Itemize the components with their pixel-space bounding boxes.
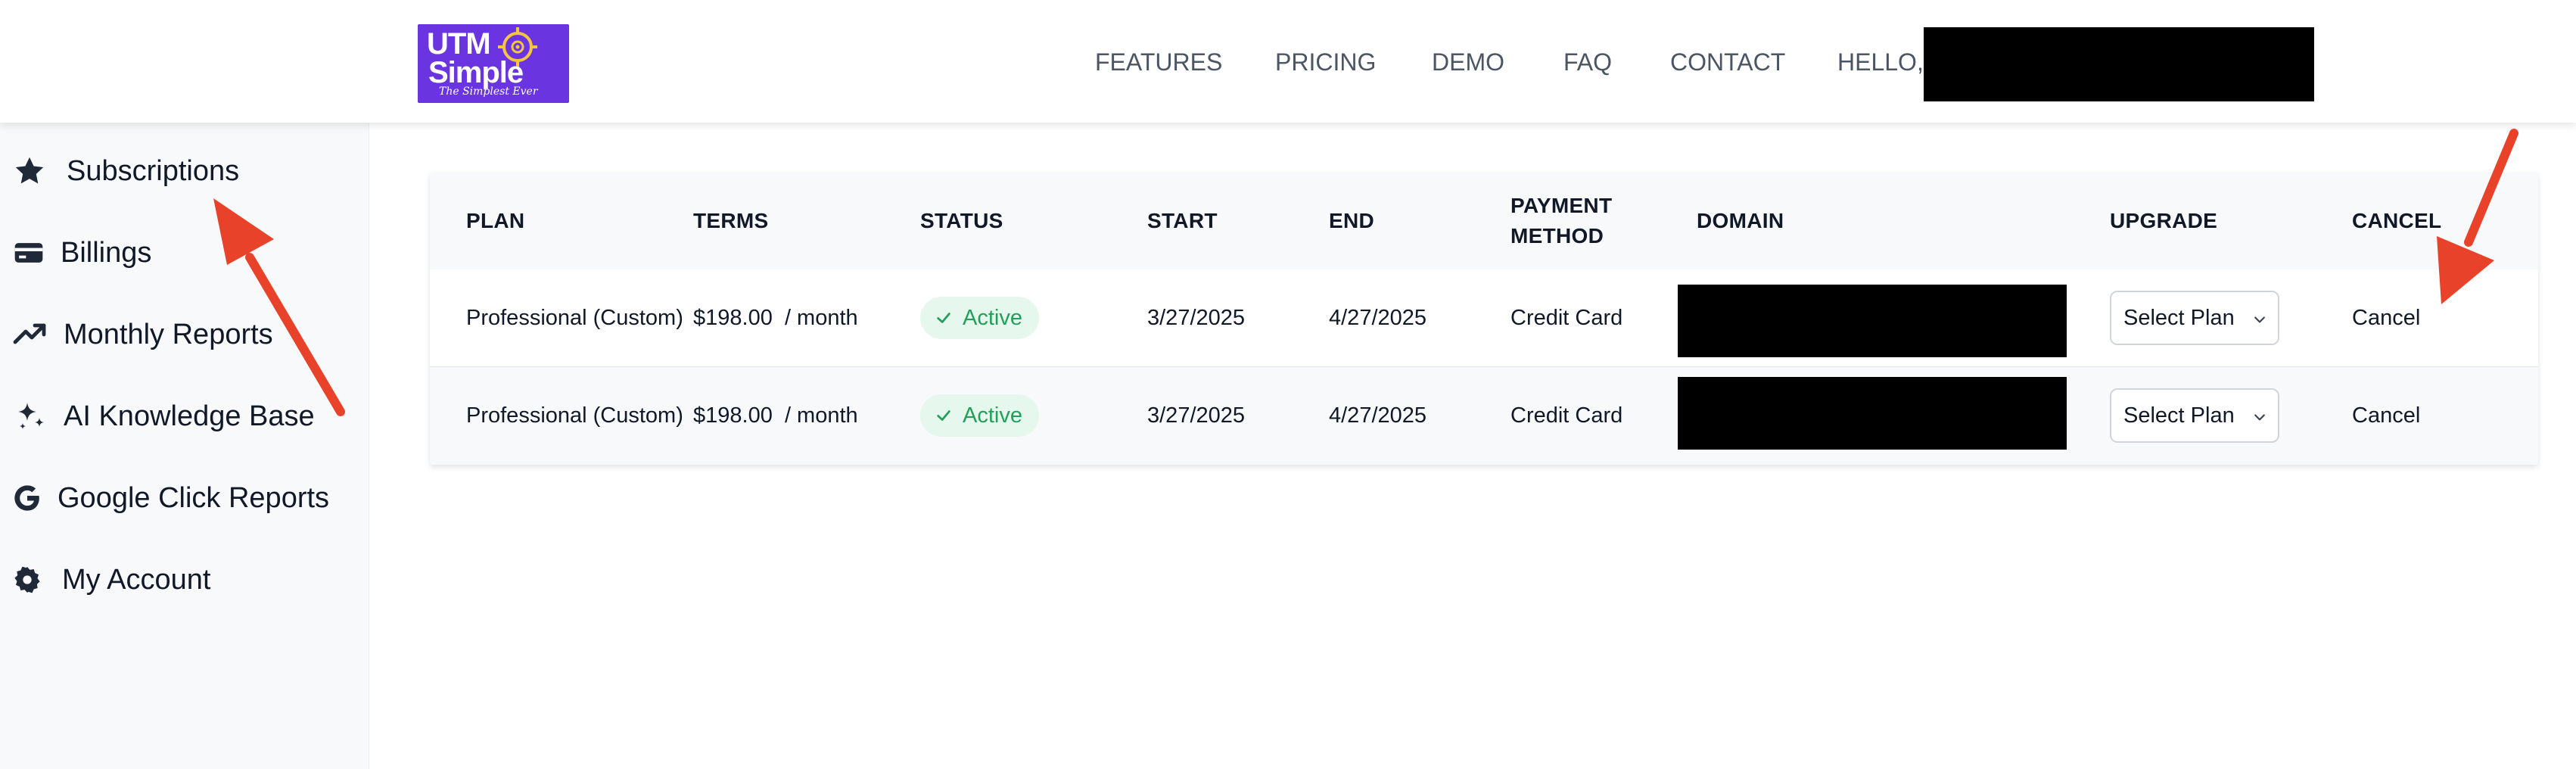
cancel-subscription-link[interactable]: Cancel: [2352, 400, 2420, 431]
column-header-upgrade: UPGRADE: [2110, 209, 2218, 232]
gear-icon: [14, 566, 40, 593]
chevron-down-icon: [2254, 316, 2265, 323]
top-header: UTM Simple The Simplest Ever FEATURES PR…: [0, 0, 2576, 123]
chevron-down-icon: [2254, 414, 2265, 421]
upgrade-plan-select[interactable]: Select Plan: [2110, 291, 2279, 345]
cell-plan: Professional (Custom): [466, 403, 683, 428]
cell-payment-method: Credit Card: [1510, 306, 1623, 330]
column-header-terms: TERMS: [693, 209, 769, 232]
nav-contact[interactable]: CONTACT: [1670, 48, 1785, 76]
redacted-domain: [1678, 377, 2067, 450]
sidebar-item-label: Monthly Reports: [64, 318, 273, 350]
cell-start-date: 3/27/2025: [1147, 306, 1246, 330]
column-header-end: END: [1329, 209, 1375, 232]
select-value: Select Plan: [2123, 305, 2235, 330]
cell-terms: $198.00 / month: [693, 306, 858, 330]
credit-card-icon: [14, 243, 43, 263]
sidebar-item-label: My Account: [62, 563, 211, 596]
nav-faq[interactable]: FAQ: [1563, 48, 1612, 76]
star-icon: [15, 157, 44, 184]
google-icon: [14, 485, 39, 511]
column-header-payment-line2: METHOD: [1510, 224, 1604, 248]
trending-up-icon: [13, 323, 46, 344]
sidebar-item-billings[interactable]: Billings: [12, 230, 151, 276]
select-value: Select Plan: [2123, 403, 2235, 428]
column-header-payment-line1: PAYMENT: [1510, 194, 1613, 217]
sidebar-item-my-account[interactable]: My Account: [12, 557, 210, 602]
utm-simple-logo[interactable]: UTM Simple The Simplest Ever: [418, 24, 569, 103]
sidebar-item-ai-knowledge-base[interactable]: AI Knowledge Base: [12, 394, 315, 439]
cell-payment-method: Credit Card: [1510, 403, 1623, 428]
nav-features[interactable]: FEATURES: [1095, 48, 1222, 76]
crosshair-icon: [498, 27, 537, 67]
sparkles-icon: [18, 403, 44, 429]
cell-start-date: 3/27/2025: [1147, 403, 1246, 428]
sidebar-item-label: Subscriptions: [67, 154, 240, 187]
check-icon: [937, 313, 950, 323]
redacted-domain: [1678, 285, 2067, 357]
column-header-status: STATUS: [920, 209, 1003, 232]
status-text: Active: [963, 403, 1022, 428]
user-greeting[interactable]: HELLO,: [1837, 48, 1924, 76]
sidebar: Subscriptions Billings Monthly Reports A…: [0, 123, 369, 769]
status-badge: Active: [920, 297, 1039, 339]
sidebar-item-label: AI Knowledge Base: [64, 400, 315, 432]
logo-tagline: The Simplest Ever: [439, 86, 538, 98]
cell-end-date: 4/27/2025: [1329, 306, 1427, 330]
column-header-cancel: CANCEL: [2352, 209, 2442, 232]
sidebar-item-subscriptions[interactable]: Subscriptions: [12, 148, 239, 194]
sidebar-item-label: Billings: [61, 236, 152, 269]
column-header-domain: DOMAIN: [1697, 209, 1784, 232]
nav-pricing[interactable]: PRICING: [1275, 48, 1376, 76]
upgrade-plan-select[interactable]: Select Plan: [2110, 388, 2279, 443]
status-badge: Active: [920, 394, 1039, 437]
sidebar-item-monthly-reports[interactable]: Monthly Reports: [12, 312, 273, 357]
column-header-plan: PLAN: [466, 209, 525, 232]
cell-plan: Professional (Custom): [466, 306, 683, 330]
sidebar-item-google-click-reports[interactable]: Google Click Reports: [12, 475, 329, 521]
subscriptions-table: PLAN TERMS STATUS START END PAYMENT METH…: [430, 173, 2538, 465]
column-header-start: START: [1147, 209, 1218, 232]
table-header: PLAN TERMS STATUS START END PAYMENT METH…: [430, 173, 2538, 269]
check-icon: [937, 410, 950, 421]
sidebar-item-label: Google Click Reports: [58, 481, 330, 514]
cell-terms: $198.00 / month: [693, 403, 858, 428]
nav-demo[interactable]: DEMO: [1432, 48, 1504, 76]
table-row: Professional (Custom) $198.00 / month Ac…: [430, 269, 2538, 367]
table-row: Professional (Custom) $198.00 / month Ac…: [430, 367, 2538, 465]
cell-end-date: 4/27/2025: [1329, 403, 1427, 428]
redacted-username: [1924, 27, 2314, 101]
cancel-subscription-link[interactable]: Cancel: [2352, 303, 2420, 333]
status-text: Active: [963, 305, 1022, 330]
